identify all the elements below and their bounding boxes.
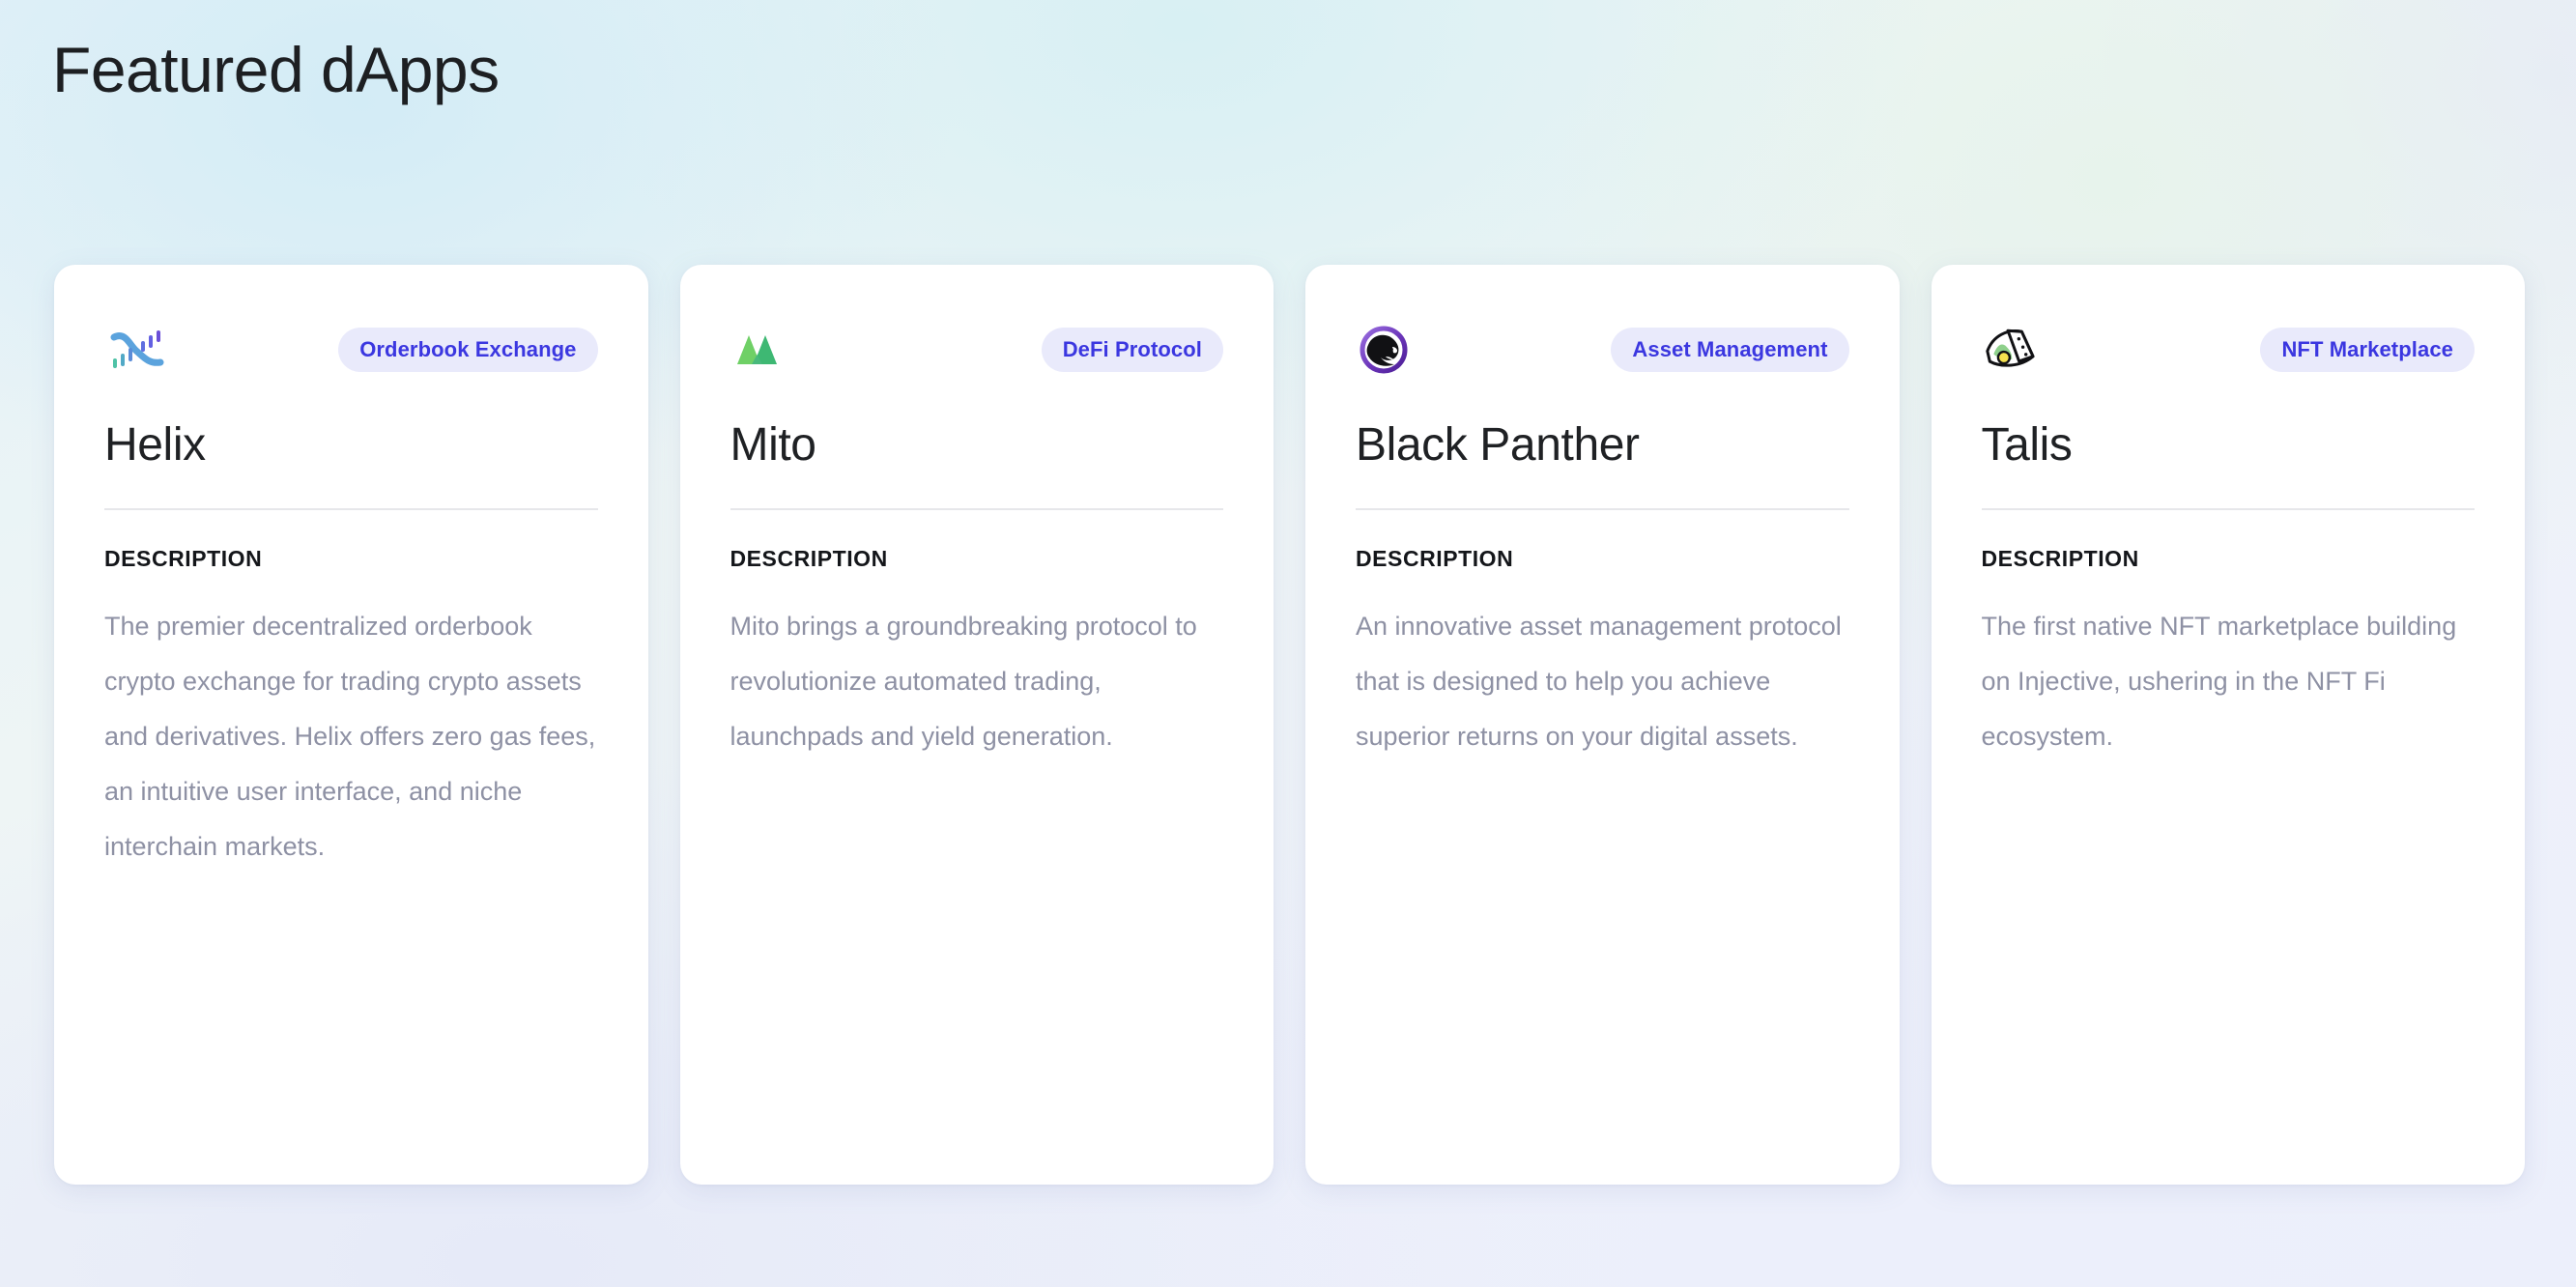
dapp-card-mito[interactable]: DeFi Protocol Mito DESCRIPTION Mito brin… [679, 265, 1274, 1185]
card-category-badge[interactable]: Asset Management [1611, 328, 1849, 372]
card-header: Asset Management [1356, 315, 1849, 385]
card-header: Orderbook Exchange [104, 315, 598, 385]
description-label: DESCRIPTION [104, 546, 263, 572]
mito-logo-icon [730, 320, 794, 380]
card-divider [730, 508, 1223, 511]
description-label: DESCRIPTION [730, 546, 888, 572]
page-title: Featured dApps [52, 34, 500, 105]
card-description: The first native NFT marketplace buildin… [1981, 612, 2457, 752]
card-category-badge[interactable]: NFT Marketplace [2260, 328, 2475, 372]
dapp-card-talis[interactable]: NFT Marketplace Talis DESCRIPTION The fi… [1931, 265, 2525, 1185]
card-description: The premier decentralized orderbook cryp… [104, 612, 596, 862]
card-title: Black Panther [1356, 419, 1640, 471]
talis-logo-icon [1982, 320, 2046, 380]
card-description: Mito brings a groundbreaking protocol to… [730, 612, 1197, 752]
card-description: An innovative asset management protocol … [1356, 612, 1842, 752]
description-label: DESCRIPTION [1981, 546, 2139, 572]
description-label: DESCRIPTION [1356, 546, 1514, 572]
featured-dapps-page: Featured dApps Orderbook Exchange Helix … [0, 0, 2576, 1287]
card-header: NFT Marketplace [1982, 315, 2475, 385]
card-category-badge[interactable]: DeFi Protocol [1041, 328, 1223, 372]
card-divider [1356, 508, 1849, 511]
dapp-cards-row: Orderbook Exchange Helix DESCRIPTION The… [54, 265, 2525, 1185]
card-category-badge[interactable]: Orderbook Exchange [338, 328, 598, 372]
card-divider [1981, 508, 2475, 511]
card-header: DeFi Protocol [730, 315, 1223, 385]
helix-logo-icon [104, 320, 168, 380]
dapp-card-black-panther[interactable]: Asset Management Black Panther DESCRIPTI… [1305, 265, 1900, 1185]
black-panther-logo-icon [1356, 320, 1419, 380]
card-title: Mito [730, 419, 816, 471]
dapp-card-helix[interactable]: Orderbook Exchange Helix DESCRIPTION The… [54, 265, 648, 1185]
card-title: Talis [1981, 419, 2073, 471]
card-title: Helix [104, 419, 206, 471]
card-divider [104, 508, 598, 511]
